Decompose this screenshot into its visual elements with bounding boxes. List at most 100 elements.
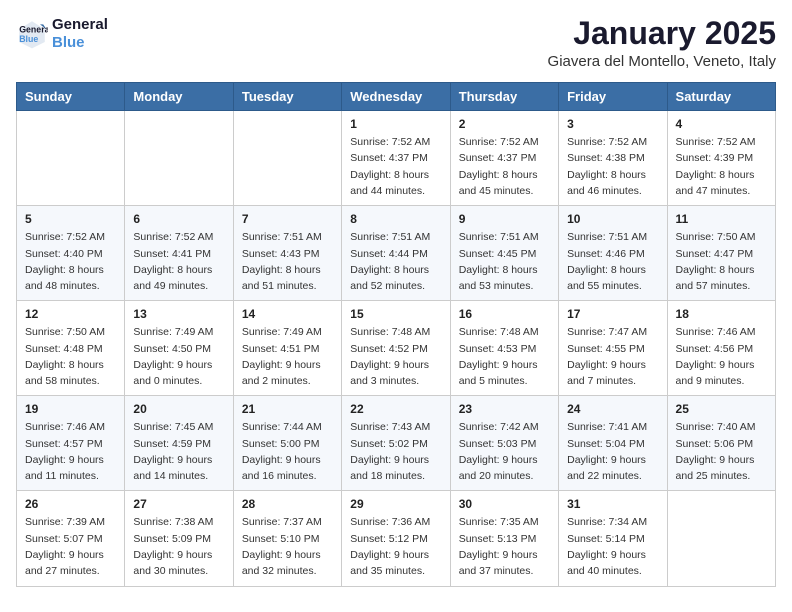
daylight-label: Daylight: 9 hours and 11 minutes. [25,454,104,482]
day-number: 29 [350,497,441,511]
day-number: 9 [459,212,550,226]
weekday-label: Saturday [667,83,775,111]
month-title: January 2025 [548,16,776,51]
day-info: Sunrise: 7:42 AM Sunset: 5:03 PM Dayligh… [459,419,550,484]
sunset-label: Sunset: 5:03 PM [459,438,537,450]
calendar-cell: 17 Sunrise: 7:47 AM Sunset: 4:55 PM Dayl… [559,301,667,396]
daylight-label: Daylight: 9 hours and 0 minutes. [133,359,212,387]
day-info: Sunrise: 7:51 AM Sunset: 4:45 PM Dayligh… [459,229,550,294]
day-info: Sunrise: 7:52 AM Sunset: 4:37 PM Dayligh… [350,134,441,199]
day-info: Sunrise: 7:39 AM Sunset: 5:07 PM Dayligh… [25,514,116,579]
weekday-label: Friday [559,83,667,111]
sunset-label: Sunset: 5:07 PM [25,533,103,545]
day-info: Sunrise: 7:45 AM Sunset: 4:59 PM Dayligh… [133,419,224,484]
day-number: 1 [350,117,441,131]
day-number: 7 [242,212,333,226]
calendar-cell: 18 Sunrise: 7:46 AM Sunset: 4:56 PM Dayl… [667,301,775,396]
calendar-cell: 2 Sunrise: 7:52 AM Sunset: 4:37 PM Dayli… [450,111,558,206]
sunset-label: Sunset: 4:53 PM [459,343,537,355]
calendar-cell [17,111,125,206]
logo-icon: General Blue [16,18,48,50]
calendar-week-row: 26 Sunrise: 7:39 AM Sunset: 5:07 PM Dayl… [17,491,776,586]
sunset-label: Sunset: 4:38 PM [567,152,645,164]
sunset-label: Sunset: 5:02 PM [350,438,428,450]
sunset-label: Sunset: 5:09 PM [133,533,211,545]
day-number: 19 [25,402,116,416]
sunset-label: Sunset: 4:59 PM [133,438,211,450]
sunset-label: Sunset: 4:37 PM [350,152,428,164]
daylight-label: Daylight: 9 hours and 5 minutes. [459,359,538,387]
location-title: Giavera del Montello, Veneto, Italy [548,53,776,70]
day-info: Sunrise: 7:52 AM Sunset: 4:38 PM Dayligh… [567,134,658,199]
day-info: Sunrise: 7:44 AM Sunset: 5:00 PM Dayligh… [242,419,333,484]
day-info: Sunrise: 7:52 AM Sunset: 4:39 PM Dayligh… [676,134,767,199]
daylight-label: Daylight: 8 hours and 58 minutes. [25,359,104,387]
calendar-cell: 16 Sunrise: 7:48 AM Sunset: 4:53 PM Dayl… [450,301,558,396]
day-info: Sunrise: 7:48 AM Sunset: 4:53 PM Dayligh… [459,324,550,389]
day-info: Sunrise: 7:51 AM Sunset: 4:46 PM Dayligh… [567,229,658,294]
day-number: 31 [567,497,658,511]
daylight-label: Daylight: 8 hours and 48 minutes. [25,264,104,292]
day-number: 24 [567,402,658,416]
day-info: Sunrise: 7:37 AM Sunset: 5:10 PM Dayligh… [242,514,333,579]
sunset-label: Sunset: 4:40 PM [25,248,103,260]
sunrise-label: Sunrise: 7:42 AM [459,421,539,433]
sunrise-label: Sunrise: 7:45 AM [133,421,213,433]
day-number: 21 [242,402,333,416]
day-info: Sunrise: 7:34 AM Sunset: 5:14 PM Dayligh… [567,514,658,579]
daylight-label: Daylight: 9 hours and 16 minutes. [242,454,321,482]
title-block: January 2025 Giavera del Montello, Venet… [548,16,776,70]
sunrise-label: Sunrise: 7:52 AM [676,136,756,148]
calendar-week-row: 19 Sunrise: 7:46 AM Sunset: 4:57 PM Dayl… [17,396,776,491]
day-info: Sunrise: 7:49 AM Sunset: 4:50 PM Dayligh… [133,324,224,389]
day-info: Sunrise: 7:52 AM Sunset: 4:37 PM Dayligh… [459,134,550,199]
sunrise-label: Sunrise: 7:50 AM [676,231,756,243]
sunset-label: Sunset: 4:46 PM [567,248,645,260]
sunset-label: Sunset: 5:12 PM [350,533,428,545]
calendar-cell: 12 Sunrise: 7:50 AM Sunset: 4:48 PM Dayl… [17,301,125,396]
logo-text: General Blue [52,16,108,52]
daylight-label: Daylight: 9 hours and 37 minutes. [459,549,538,577]
daylight-label: Daylight: 8 hours and 53 minutes. [459,264,538,292]
sunrise-label: Sunrise: 7:52 AM [133,231,213,243]
day-info: Sunrise: 7:36 AM Sunset: 5:12 PM Dayligh… [350,514,441,579]
calendar-cell: 14 Sunrise: 7:49 AM Sunset: 4:51 PM Dayl… [233,301,341,396]
sunrise-label: Sunrise: 7:49 AM [242,326,322,338]
sunrise-label: Sunrise: 7:51 AM [350,231,430,243]
daylight-label: Daylight: 9 hours and 27 minutes. [25,549,104,577]
day-number: 28 [242,497,333,511]
sunset-label: Sunset: 4:44 PM [350,248,428,260]
day-number: 30 [459,497,550,511]
sunrise-label: Sunrise: 7:48 AM [350,326,430,338]
daylight-label: Daylight: 9 hours and 40 minutes. [567,549,646,577]
day-info: Sunrise: 7:40 AM Sunset: 5:06 PM Dayligh… [676,419,767,484]
calendar-cell: 21 Sunrise: 7:44 AM Sunset: 5:00 PM Dayl… [233,396,341,491]
sunset-label: Sunset: 4:37 PM [459,152,537,164]
day-number: 25 [676,402,767,416]
sunrise-label: Sunrise: 7:51 AM [242,231,322,243]
day-number: 5 [25,212,116,226]
daylight-label: Daylight: 9 hours and 20 minutes. [459,454,538,482]
day-number: 18 [676,307,767,321]
daylight-label: Daylight: 8 hours and 44 minutes. [350,169,429,197]
calendar-cell: 8 Sunrise: 7:51 AM Sunset: 4:44 PM Dayli… [342,206,450,301]
calendar-cell: 24 Sunrise: 7:41 AM Sunset: 5:04 PM Dayl… [559,396,667,491]
sunrise-label: Sunrise: 7:43 AM [350,421,430,433]
sunrise-label: Sunrise: 7:46 AM [676,326,756,338]
svg-text:Blue: Blue [19,34,38,44]
day-number: 10 [567,212,658,226]
daylight-label: Daylight: 8 hours and 47 minutes. [676,169,755,197]
sunrise-label: Sunrise: 7:51 AM [459,231,539,243]
daylight-label: Daylight: 8 hours and 51 minutes. [242,264,321,292]
calendar-cell: 30 Sunrise: 7:35 AM Sunset: 5:13 PM Dayl… [450,491,558,586]
sunrise-label: Sunrise: 7:41 AM [567,421,647,433]
day-info: Sunrise: 7:41 AM Sunset: 5:04 PM Dayligh… [567,419,658,484]
day-number: 4 [676,117,767,131]
calendar-cell: 5 Sunrise: 7:52 AM Sunset: 4:40 PM Dayli… [17,206,125,301]
daylight-label: Daylight: 9 hours and 2 minutes. [242,359,321,387]
daylight-label: Daylight: 9 hours and 3 minutes. [350,359,429,387]
calendar-cell [125,111,233,206]
weekday-header-row: SundayMondayTuesdayWednesdayThursdayFrid… [17,83,776,111]
calendar-table: SundayMondayTuesdayWednesdayThursdayFrid… [16,82,776,586]
calendar-cell: 23 Sunrise: 7:42 AM Sunset: 5:03 PM Dayl… [450,396,558,491]
